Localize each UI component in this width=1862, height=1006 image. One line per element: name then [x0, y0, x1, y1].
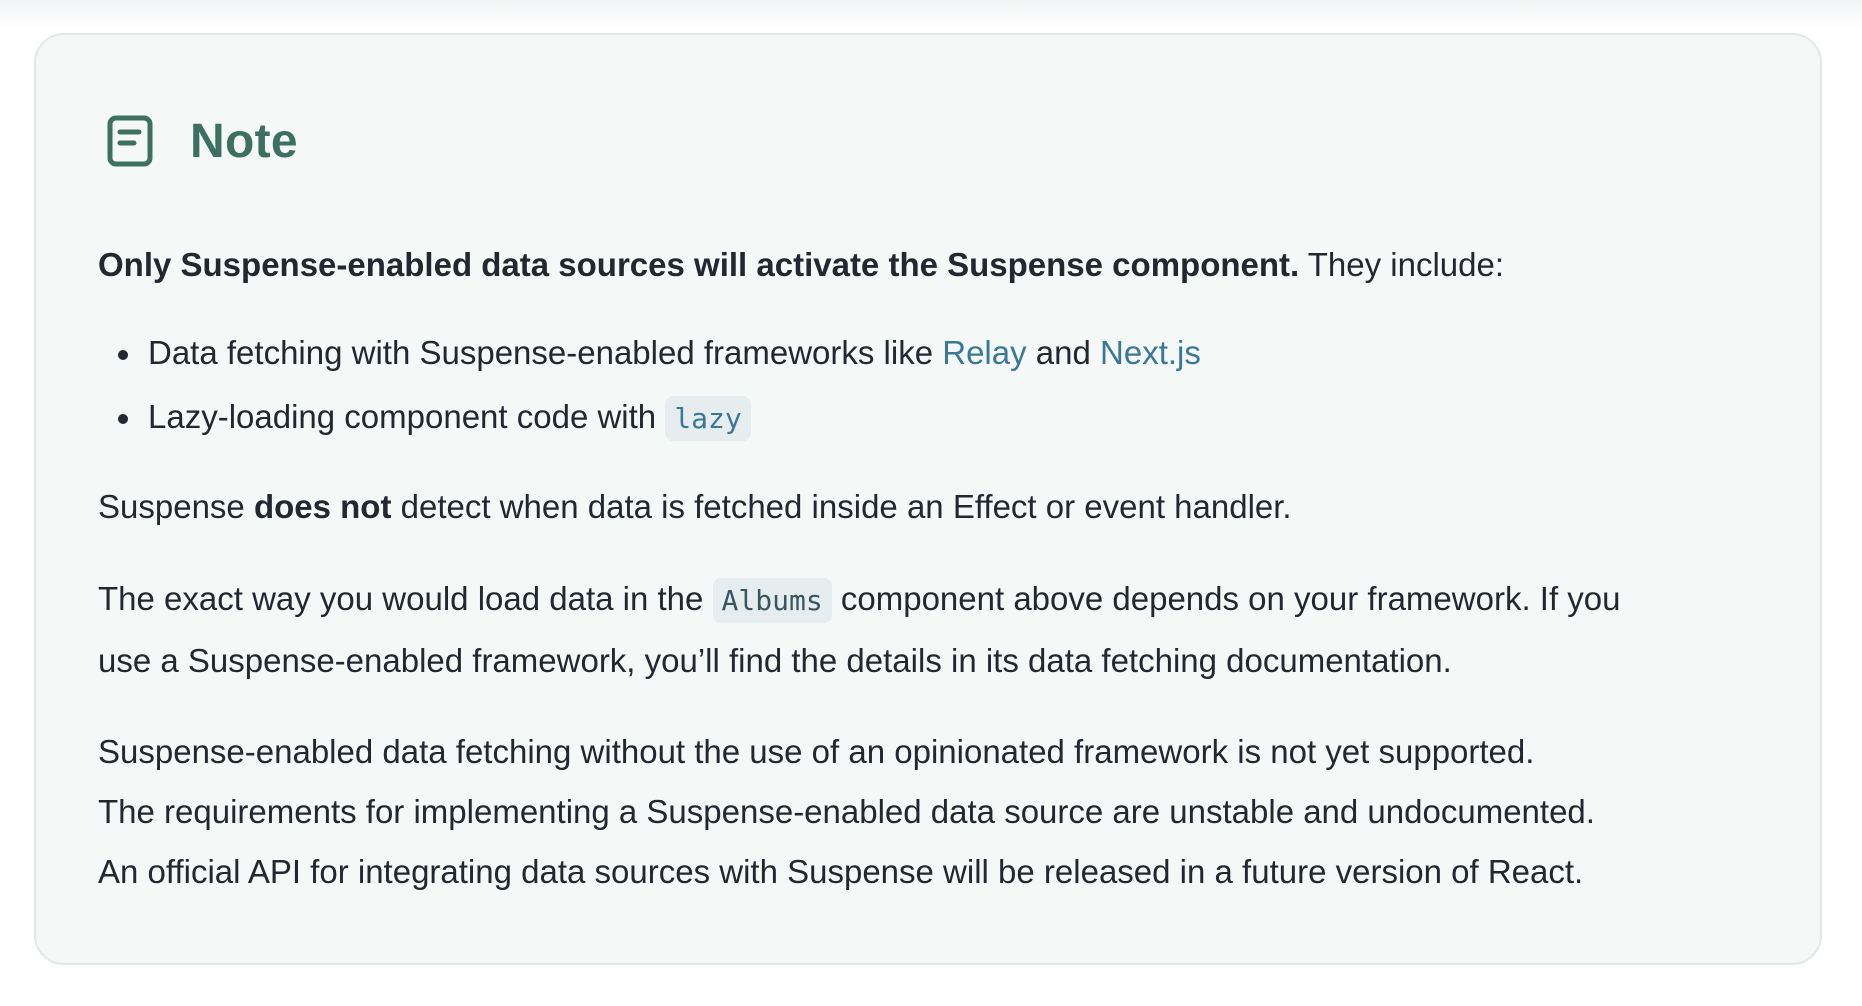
intro-paragraph: Only Suspense-enabled data sources will …	[98, 235, 1504, 295]
nextjs-link[interactable]: Next.js	[1100, 334, 1201, 371]
note-callout: Note Only Suspense-enabled data sources …	[34, 33, 1822, 965]
intro-rest-text: They include:	[1299, 246, 1505, 283]
detect-paragraph: Suspense does not detect when data is fe…	[98, 477, 1292, 537]
relay-link[interactable]: Relay	[942, 334, 1026, 371]
list-item: Lazy-loading component code with lazy	[118, 387, 751, 449]
para-text: The requirements for implementing a Susp…	[98, 793, 1595, 830]
lazy-code: lazy	[665, 396, 751, 441]
para-text: Suspense	[98, 488, 254, 525]
list-item: Data fetching with Suspense-enabled fram…	[118, 323, 1201, 383]
para-text: An official API for integrating data sou…	[98, 853, 1584, 890]
unsupported-paragraph-line3: An official API for integrating data sou…	[98, 842, 1583, 902]
note-header: Note	[106, 105, 298, 177]
does-not-bold: does not	[253, 488, 392, 525]
bullet-text: Data fetching with Suspense-enabled fram…	[148, 334, 943, 371]
bullet-text: Lazy-loading component code with	[148, 398, 666, 435]
para-text: use a Suspense-enabled framework, you’ll…	[98, 642, 1452, 679]
unsupported-paragraph-line1: Suspense-enabled data fetching without t…	[98, 722, 1534, 782]
framework-paragraph-line1: The exact way you would load data in the…	[98, 569, 1621, 631]
unsupported-paragraph-line2: The requirements for implementing a Susp…	[98, 782, 1595, 842]
note-icon	[106, 114, 154, 168]
albums-code: Albums	[712, 578, 832, 623]
framework-paragraph-line2: use a Suspense-enabled framework, you’ll…	[98, 631, 1452, 691]
para-text: Suspense-enabled data fetching without t…	[98, 733, 1535, 770]
para-text: detect when data is fetched inside an Ef…	[391, 488, 1292, 525]
lazy-code-link[interactable]: lazy	[665, 396, 751, 441]
page-top-shadow	[0, 0, 1862, 30]
intro-bold-text: Only Suspense-enabled data sources will …	[98, 246, 1300, 283]
para-text: component above depends on your framewor…	[831, 580, 1621, 617]
para-text: The exact way you would load data in the	[98, 580, 713, 617]
note-title: Note	[190, 114, 298, 168]
bullet-text: and	[1026, 334, 1101, 371]
